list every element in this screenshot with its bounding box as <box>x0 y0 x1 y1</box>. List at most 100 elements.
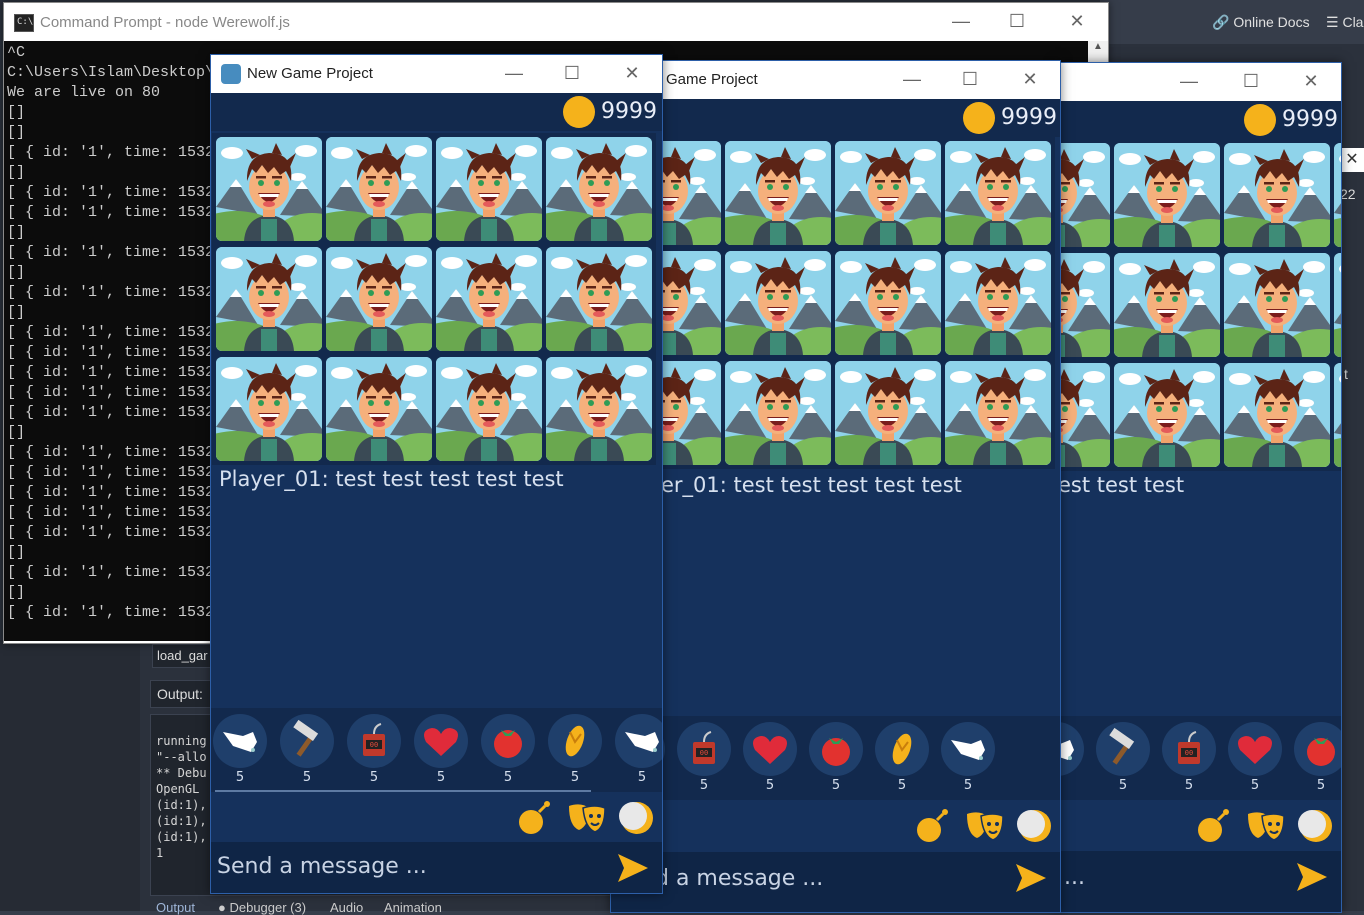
tab-audio[interactable]: Audio <box>330 900 363 915</box>
tool-tomato-button[interactable] <box>481 714 535 768</box>
moon-action-button[interactable] <box>1296 806 1338 851</box>
player-card[interactable] <box>436 357 542 461</box>
game-titlebar[interactable]: w Game Project — ☐ ✕ <box>611 61 1060 99</box>
player-card[interactable] <box>1114 143 1220 247</box>
masks-action-button[interactable] <box>565 798 607 843</box>
masks-action-button[interactable] <box>1244 806 1286 851</box>
tool-count: 5 <box>765 778 775 793</box>
player-card[interactable] <box>835 251 941 355</box>
tab-animation[interactable]: Animation <box>384 900 442 915</box>
player-card[interactable] <box>326 137 432 241</box>
tool-glove-button[interactable] <box>615 714 662 768</box>
online-docs-link[interactable]: 🔗 Online Docs <box>1212 14 1310 31</box>
player-card[interactable] <box>436 247 542 351</box>
tool-hammer-button[interactable] <box>1096 722 1150 776</box>
chat-message: er_01: test test test test test <box>661 473 962 497</box>
player-card[interactable] <box>835 361 941 465</box>
close-icon[interactable]: ✕ <box>609 63 655 84</box>
tool-heart-button[interactable] <box>1228 722 1282 776</box>
player-card[interactable] <box>945 141 1051 245</box>
player-card[interactable] <box>216 247 322 351</box>
moon-action-button[interactable] <box>617 798 659 843</box>
send-button[interactable] <box>1295 861 1329 898</box>
send-input[interactable]: Send a message ... <box>217 854 427 879</box>
bomb-action-button[interactable] <box>1192 806 1234 851</box>
tool-heart-button[interactable] <box>414 714 468 768</box>
player-card[interactable] <box>216 137 322 241</box>
maximize-icon[interactable]: ☐ <box>994 11 1040 32</box>
tool-heart-button[interactable] <box>743 722 797 776</box>
close-icon[interactable]: ✕ <box>1340 148 1364 172</box>
player-card[interactable] <box>1114 253 1220 357</box>
close-icon[interactable]: ✕ <box>1054 11 1100 32</box>
bomb-action-button[interactable] <box>513 798 555 843</box>
player-card[interactable] <box>1224 363 1330 467</box>
player-card[interactable] <box>1334 253 1341 357</box>
tab-debugger[interactable]: ● Debugger (3) <box>218 900 306 915</box>
send-button[interactable] <box>616 852 650 889</box>
tool-dynamite-button[interactable]: 00 <box>677 722 731 776</box>
player-card[interactable] <box>436 137 542 241</box>
close-icon[interactable]: ✕ <box>1288 71 1334 92</box>
player-card[interactable] <box>835 141 941 245</box>
tool-flipflop-button[interactable] <box>548 714 602 768</box>
player-card[interactable] <box>546 357 652 461</box>
heart-icon <box>753 736 787 764</box>
maximize-icon[interactable]: ☐ <box>549 63 595 84</box>
player-card[interactable] <box>326 357 432 461</box>
player-card[interactable] <box>725 141 831 245</box>
send-bar: ... <box>1056 851 1341 912</box>
game-window-1[interactable]: New Game Project — ☐ ✕ 9999 Player_01: t… <box>210 54 663 894</box>
send-input[interactable]: ... <box>1064 865 1085 890</box>
game-window-2[interactable]: w Game Project — ☐ ✕ 9999 er_01: test te… <box>610 60 1061 913</box>
tool-glove-button[interactable] <box>213 714 267 768</box>
player-card[interactable] <box>216 357 322 461</box>
close-icon[interactable]: ✕ <box>1007 69 1053 90</box>
tool-tomato-button[interactable] <box>809 722 863 776</box>
minimize-icon[interactable]: — <box>1166 71 1212 92</box>
tool-hammer-button[interactable] <box>280 714 334 768</box>
player-card[interactable] <box>546 137 652 241</box>
send-button[interactable] <box>1014 862 1048 899</box>
coin-icon <box>1244 104 1276 136</box>
send-input[interactable]: d a message ... <box>655 866 823 891</box>
player-card[interactable] <box>1056 143 1110 247</box>
tab-output[interactable]: Output <box>156 900 195 915</box>
player-card[interactable] <box>945 251 1051 355</box>
minimize-icon[interactable]: — <box>491 63 537 84</box>
cmd-titlebar[interactable]: C:\ Command Prompt - node Werewolf.js — … <box>4 3 1108 41</box>
player-card[interactable] <box>1334 143 1341 247</box>
minimize-icon[interactable]: — <box>938 11 984 32</box>
player-card[interactable] <box>1224 253 1330 357</box>
tool-glove-button[interactable] <box>941 722 995 776</box>
minimize-icon[interactable]: — <box>889 69 935 90</box>
game-titlebar[interactable]: New Game Project — ☐ ✕ <box>211 55 662 93</box>
game-window-3[interactable]: — ☐ ✕ 9999 est test test 5 00 5 5 5 ... <box>1055 62 1342 913</box>
player-grid <box>212 133 656 465</box>
class-button[interactable]: ☰ Cla <box>1326 14 1363 31</box>
player-card[interactable] <box>1114 363 1220 467</box>
bomb-action-button[interactable] <box>911 806 953 851</box>
player-card[interactable] <box>1056 363 1110 467</box>
player-card[interactable] <box>1056 253 1110 357</box>
maximize-icon[interactable]: ☐ <box>1228 71 1274 92</box>
player-avatar-icon <box>326 137 432 241</box>
load-game-item[interactable]: load_gar <box>152 644 218 668</box>
tool-count: 5 <box>503 770 513 785</box>
maximize-icon[interactable]: ☐ <box>947 69 993 90</box>
player-card[interactable] <box>945 361 1051 465</box>
tool-tomato-button[interactable] <box>1294 722 1341 776</box>
player-card[interactable] <box>1224 143 1330 247</box>
tool-flipflop-button[interactable] <box>875 722 929 776</box>
player-card[interactable] <box>1334 363 1341 467</box>
player-card[interactable] <box>546 247 652 351</box>
player-card[interactable] <box>725 361 831 465</box>
game-titlebar[interactable]: — ☐ ✕ <box>1056 63 1341 101</box>
tool-dynamite-button[interactable]: 00 <box>1162 722 1216 776</box>
scroll-up-icon[interactable]: ▲ <box>1088 41 1108 52</box>
player-card[interactable] <box>725 251 831 355</box>
tool-dynamite-button[interactable]: 00 <box>347 714 401 768</box>
player-card[interactable] <box>326 247 432 351</box>
moon-action-button[interactable] <box>1015 806 1057 851</box>
masks-action-button[interactable] <box>963 806 1005 851</box>
